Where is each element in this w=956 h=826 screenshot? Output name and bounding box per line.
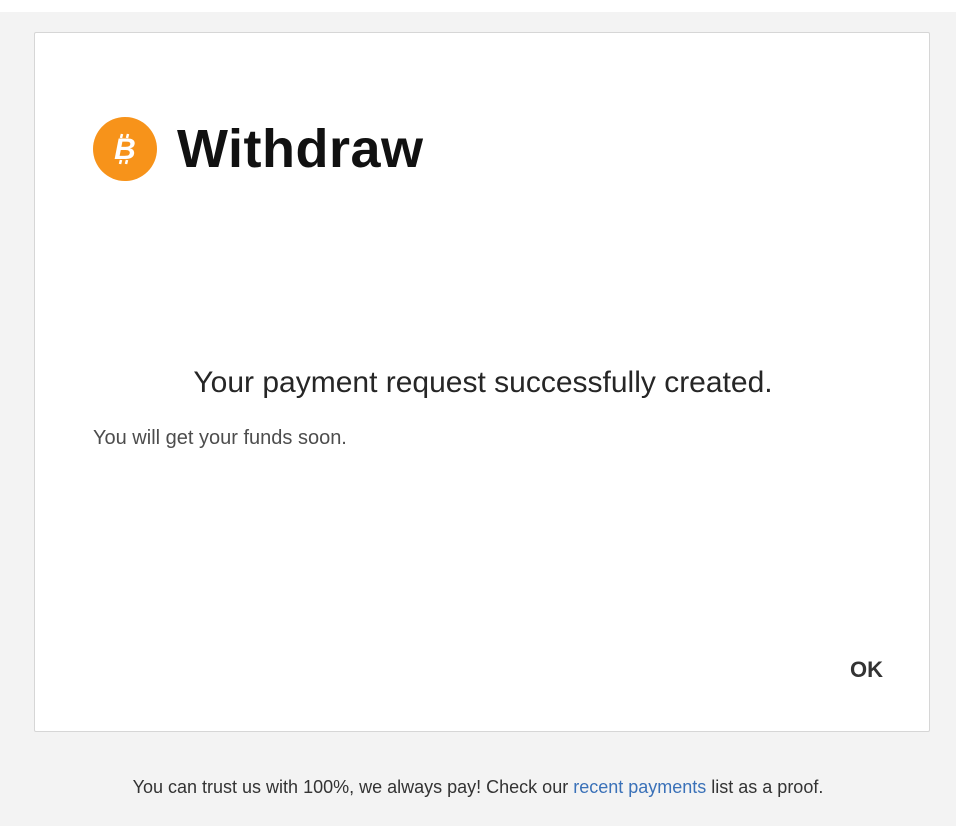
funds-message: You will get your funds soon. [93, 427, 347, 449]
top-strip [0, 0, 956, 12]
footer-text-after: list as a proof. [706, 777, 824, 797]
bitcoin-icon: B [93, 117, 157, 181]
withdraw-dialog: B Withdraw Your payment request successf… [34, 32, 930, 732]
svg-text:B: B [114, 133, 136, 166]
footer-note: You can trust us with 100%, we always pa… [0, 777, 956, 798]
dialog-header: B Withdraw [93, 117, 424, 181]
ok-button[interactable]: OK [850, 657, 883, 683]
success-message: Your payment request successfully create… [193, 366, 773, 399]
dialog-title: Withdraw [177, 119, 424, 179]
recent-payments-link[interactable]: recent payments [573, 777, 706, 797]
footer-text-before: You can trust us with 100%, we always pa… [132, 777, 574, 797]
